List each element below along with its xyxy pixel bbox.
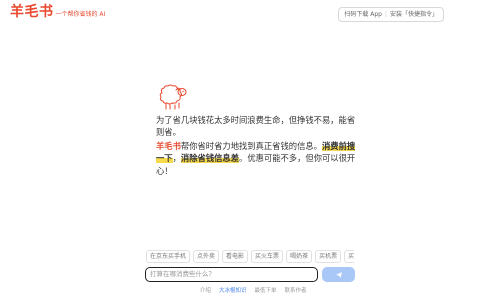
intro-line-2: 羊毛书帮你省时省力地找到真正省钱的信息。消费前搜一下，消除省钱信息差。优惠可能不…	[156, 140, 356, 177]
suggestion-chip[interactable]: 在京东买手机	[146, 250, 191, 263]
search-input[interactable]: 打算在哪消费些什么？	[145, 267, 318, 282]
brand-name-inline: 羊毛书	[156, 140, 181, 151]
logo-text: 羊毛书	[10, 4, 54, 20]
suggestion-chip[interactable]: 买火车票	[251, 250, 284, 263]
header-separator: |	[384, 11, 387, 18]
install-shortcut-button[interactable]: 安装「快捷指令」	[390, 8, 438, 21]
intro-text-b: ，	[172, 153, 181, 164]
footer-link-knowledge[interactable]: 大冰棍知识	[219, 286, 247, 294]
header-actions: 扫码下载 App | 安装「快捷指令」	[338, 7, 444, 22]
highlight-info-gap: 消除省钱信息差	[180, 153, 240, 164]
send-icon	[335, 271, 342, 278]
footer-links: 介绍 大冰棍知识 最低下单 联系作者	[200, 286, 307, 294]
footer-link-contact[interactable]: 联系作者	[285, 286, 307, 294]
suggestion-chip[interactable]: 买机票	[315, 250, 342, 263]
logo[interactable]: 羊毛书 一个帮你省钱的 AI	[10, 5, 105, 19]
send-button[interactable]	[322, 267, 355, 282]
intro-line-1: 为了省几块钱花太多时间浪费生命，但挣钱不易，能省则省。	[156, 115, 356, 138]
sheep-icon	[155, 83, 189, 111]
logo-tagline: 一个帮你省钱的 AI	[55, 11, 106, 18]
suggestion-chip[interactable]: 点外卖	[193, 250, 220, 263]
suggestion-chip[interactable]: 喝奶茶	[286, 250, 313, 263]
intro-text: 为了省几块钱花太多时间浪费生命，但挣钱不易，能省则省。 羊毛书帮你省时省力地找到…	[156, 114, 356, 178]
footer-link-min-order[interactable]: 最低下单	[255, 286, 277, 294]
download-app-button[interactable]: 扫码下载 App	[344, 8, 382, 21]
footer-link-intro[interactable]: 介绍	[200, 286, 211, 294]
suggestion-chip[interactable]: 买家具	[344, 250, 354, 263]
intro-text-a: 帮你省时省力地找到真正省钱的信息。	[180, 140, 322, 151]
quick-suggestions: 在京东买手机 点外卖 看电影 买火车票 喝奶茶 买机票 买家具	[146, 250, 354, 263]
suggestion-chip[interactable]: 看电影	[222, 250, 249, 263]
